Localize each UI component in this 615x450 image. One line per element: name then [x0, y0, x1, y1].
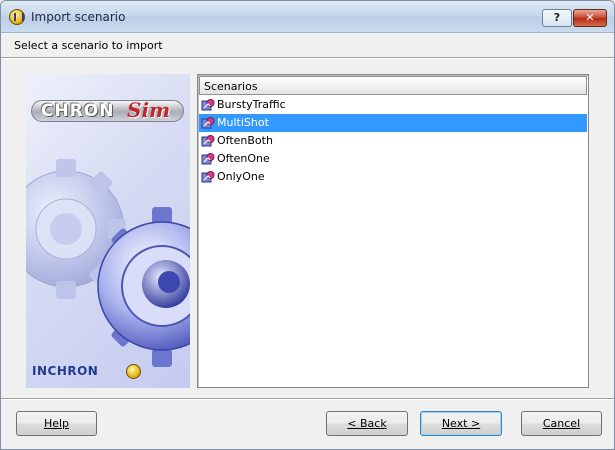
scenario-list-item[interactable]: BurstyTraffic: [199, 96, 587, 114]
product-banner: CHRON Sim INCHRON: [26, 74, 190, 388]
app-icon: [9, 9, 25, 25]
next-button-label: Next >: [441, 417, 481, 430]
title-bar[interactable]: Import scenario ? ✕: [1, 1, 614, 33]
list-column-header[interactable]: Scenarios: [199, 76, 587, 95]
scenario-list-body: BurstyTraffic MultiShot OftenBoth OftenOne O…: [199, 96, 587, 186]
scenario-icon: [201, 117, 215, 129]
brand-name: INCHRON: [32, 364, 99, 378]
header-area: Select a scenario to import: [1, 33, 614, 57]
scenario-list-item[interactable]: OftenOne: [199, 150, 587, 168]
header-separator: [1, 57, 614, 59]
titlebar-help-button[interactable]: ?: [542, 9, 572, 27]
scenario-list-item[interactable]: OnlyOne: [199, 168, 587, 186]
scenario-icon: [201, 171, 215, 183]
scenario-icon: [201, 135, 215, 147]
scenario-list[interactable]: Scenarios BurstyTraffic MultiShot OftenBot…: [197, 74, 589, 388]
next-button[interactable]: Next >: [420, 411, 502, 436]
cancel-button-label: Cancel: [542, 417, 581, 430]
scenario-label: OnlyOne: [217, 170, 265, 183]
scenario-label: OftenOne: [217, 152, 270, 165]
help-button-label: Help: [43, 417, 70, 430]
instruction-text: Select a scenario to import: [14, 39, 163, 52]
product-logo-text: CHRON: [41, 101, 115, 121]
footer-separator: [1, 398, 614, 400]
scenario-list-item[interactable]: MultiShot: [199, 114, 587, 132]
import-scenario-dialog: Import scenario ? ✕ Select a scenario to…: [0, 0, 615, 450]
window-title: Import scenario: [31, 10, 126, 24]
scenario-label: BurstyTraffic: [217, 98, 286, 111]
back-button[interactable]: < Back: [326, 411, 408, 436]
back-button-label: < Back: [347, 417, 387, 430]
scenario-label: OftenBoth: [217, 134, 273, 147]
brand-logo-icon: [126, 364, 141, 379]
help-button[interactable]: Help: [16, 411, 97, 436]
product-logo-accent: Sim: [127, 98, 171, 122]
titlebar-close-button[interactable]: ✕: [573, 9, 607, 27]
scenario-icon: [201, 153, 215, 165]
cancel-button[interactable]: Cancel: [521, 411, 602, 436]
scenario-list-item[interactable]: OftenBoth: [199, 132, 587, 150]
scenario-icon: [201, 99, 215, 111]
scenario-label: MultiShot: [217, 116, 269, 129]
